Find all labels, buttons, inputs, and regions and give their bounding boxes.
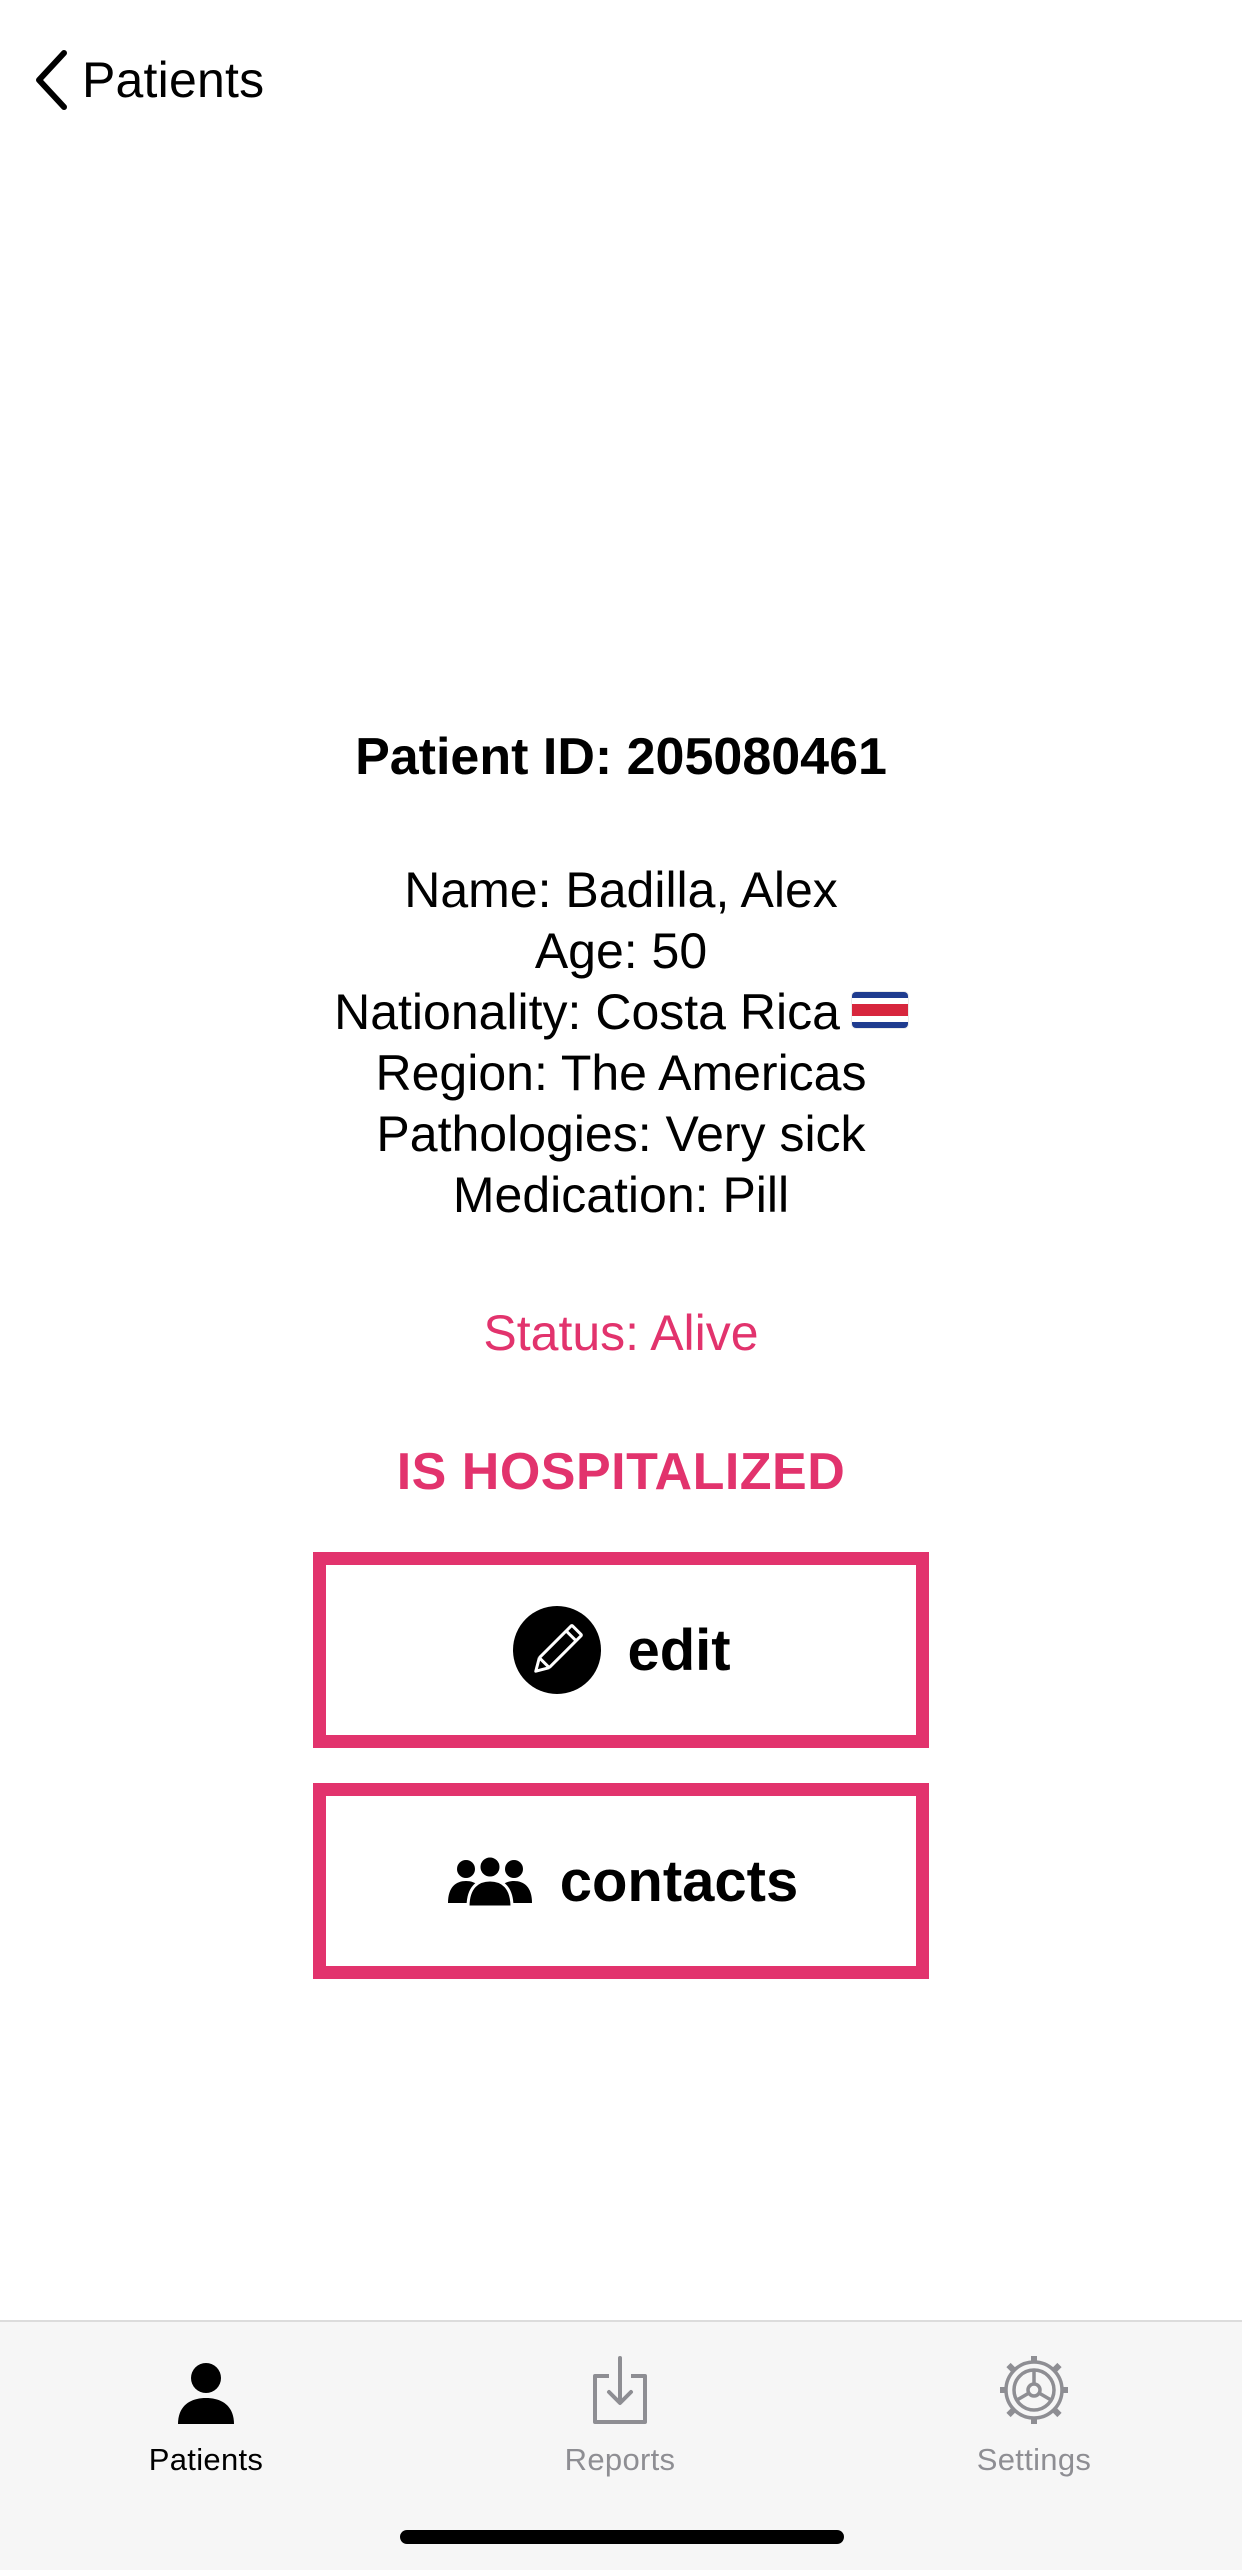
- hospitalized-label: IS HOSPITALIZED: [396, 1443, 846, 1501]
- patient-nationality: Nationality: Costa Rica: [334, 984, 840, 1040]
- tab-reports-label: Reports: [564, 2442, 676, 2477]
- patient-region: Region: The Americas: [375, 1045, 867, 1101]
- costa-rica-flag-icon: [851, 991, 908, 1028]
- patient-medication: Medication: Pill: [452, 1167, 790, 1223]
- tab-patients-label: Patients: [148, 2442, 264, 2477]
- patient-nationality-row: Nationality: Costa Rica: [0, 982, 1242, 1043]
- patient-name: Name: Badilla, Alex: [404, 862, 838, 918]
- back-button[interactable]: Patients: [34, 44, 264, 116]
- patient-info: Name: Badilla, Alex Age: 50 Nationality:…: [0, 860, 1242, 1226]
- edit-button-label: edit: [627, 1617, 731, 1683]
- tab-patients[interactable]: Patients: [96, 2342, 316, 2492]
- person-icon: [176, 2342, 236, 2426]
- tab-settings[interactable]: Settings: [924, 2342, 1144, 2492]
- patient-id: Patient ID: 205080461: [355, 728, 887, 786]
- home-indicator[interactable]: [400, 2530, 844, 2544]
- patient-age: Age: 50: [534, 923, 708, 979]
- tab-reports[interactable]: Reports: [510, 2342, 730, 2492]
- contacts-button[interactable]: contacts: [313, 1783, 929, 1979]
- tab-settings-label: Settings: [976, 2442, 1092, 2477]
- patient-detail-screen: Patients Patient ID: 205080461 Name: Bad…: [0, 0, 1242, 2570]
- edit-button[interactable]: edit: [313, 1552, 929, 1748]
- gear-icon: [998, 2342, 1070, 2426]
- back-button-label: Patients: [82, 52, 265, 108]
- download-tray-icon: [589, 2342, 651, 2426]
- pencil-circle-icon: [511, 1604, 603, 1696]
- contacts-button-label: contacts: [559, 1848, 799, 1914]
- patient-pathologies: Pathologies: Very sick: [376, 1106, 866, 1162]
- patient-status: Status: Alive: [483, 1305, 759, 1361]
- people-group-icon: [444, 1855, 536, 1907]
- chevron-left-icon: [34, 49, 68, 111]
